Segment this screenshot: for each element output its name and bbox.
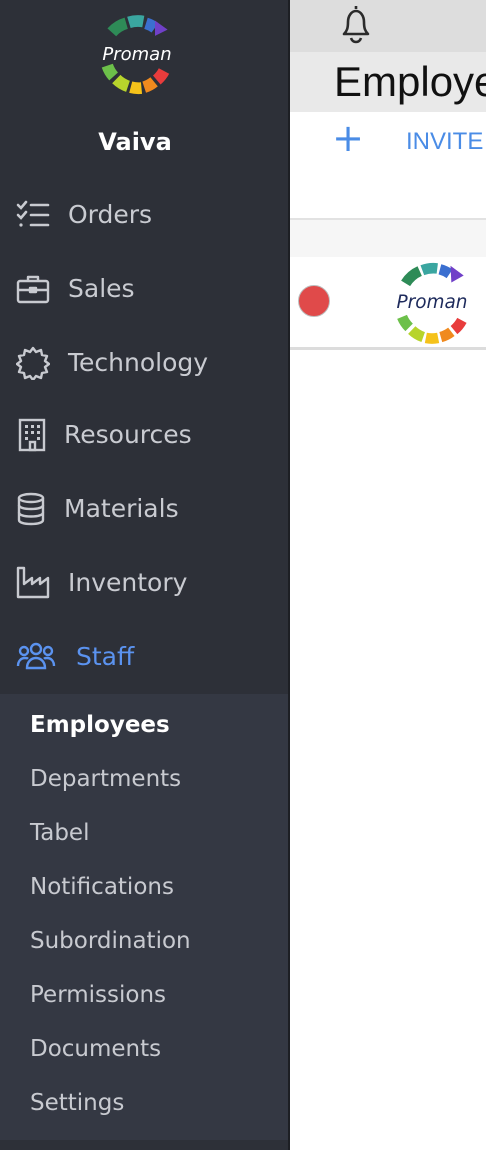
sidebar-item-label: Inventory — [68, 568, 188, 597]
page-header: Employees — [290, 52, 486, 112]
gear-icon — [16, 346, 50, 380]
sidebar-item-technology[interactable]: Technology — [0, 336, 288, 396]
sidebar-item-materials[interactable]: Materials — [0, 482, 288, 542]
submenu-item-settings[interactable]: Settings — [30, 1090, 124, 1116]
user-name: Vaiva — [98, 128, 172, 156]
sidebar-item-resources[interactable]: Resources — [0, 408, 288, 468]
submenu-item-tabel[interactable]: Tabel — [30, 820, 89, 846]
submenu-item-documents[interactable]: Documents — [30, 1036, 161, 1062]
submenu-item-employees[interactable]: Employees — [30, 712, 170, 738]
users-icon — [16, 640, 56, 674]
checklist-icon — [16, 198, 50, 232]
table-row[interactable]: Proman — [290, 257, 486, 350]
status-indicator — [298, 285, 330, 317]
submenu-item-permissions[interactable]: Permissions — [30, 982, 166, 1008]
page-title: Employees — [334, 58, 486, 105]
sidebar-item-label: Staff — [76, 642, 135, 671]
sidebar-item-label: Sales — [68, 274, 135, 303]
top-bar — [290, 0, 486, 52]
building-icon — [16, 418, 50, 452]
bell-icon[interactable] — [336, 2, 376, 44]
sidebar-item-label: Technology — [68, 348, 209, 377]
employee-avatar: Proman — [388, 257, 476, 345]
submenu-item-departments[interactable]: Departments — [30, 766, 181, 792]
sidebar: Proman Vaiva Orders Sales Technology Res… — [0, 0, 288, 1150]
staff-submenu: Employees Departments Tabel Notification… — [0, 694, 288, 1140]
sidebar-item-staff[interactable]: Staff — [0, 630, 288, 690]
logo-wordmark: Proman — [102, 44, 171, 65]
table-header — [290, 218, 486, 259]
sidebar-item-label: Resources — [64, 420, 192, 449]
database-icon — [16, 492, 50, 526]
submenu-item-subordination[interactable]: Subordination — [30, 928, 191, 954]
sidebar-item-sales[interactable]: Sales — [0, 262, 288, 322]
sidebar-item-orders[interactable]: Orders — [0, 188, 288, 248]
sidebar-item-label: Orders — [68, 200, 153, 229]
sidebar-divider — [288, 0, 290, 1150]
briefcase-icon — [16, 272, 50, 306]
factory-icon — [16, 566, 50, 600]
sidebar-item-label: Materials — [64, 494, 179, 523]
add-employee-button[interactable]: + — [330, 118, 366, 158]
sidebar-item-inventory[interactable]: Inventory — [0, 556, 288, 616]
avatar-wordmark: Proman — [396, 292, 467, 313]
submenu-item-notifications[interactable]: Notifications — [30, 874, 174, 900]
proman-logo[interactable]: Proman — [92, 8, 182, 98]
invite-button[interactable]: INVITE — [406, 128, 483, 156]
